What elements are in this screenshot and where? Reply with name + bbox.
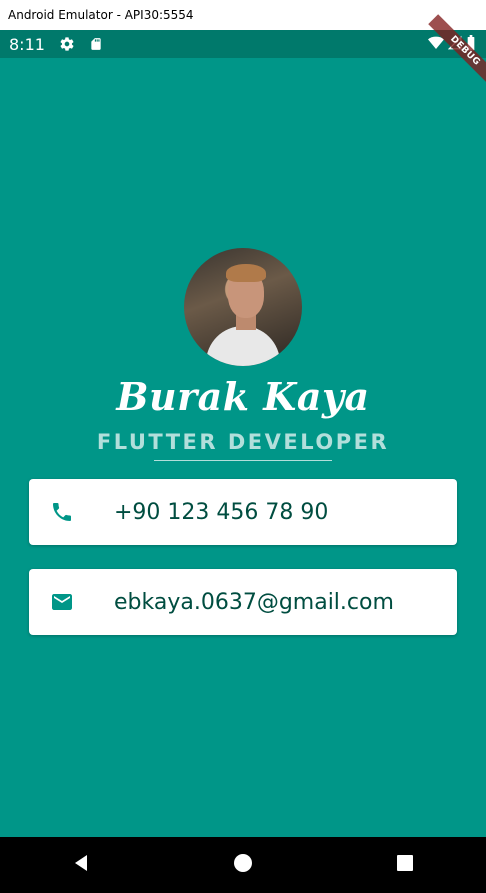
email-card[interactable]: ebkaya.0637@gmail.com (29, 569, 457, 635)
emulator-window-titlebar: Android Emulator - API30:5554 (0, 0, 486, 30)
profile-avatar (184, 248, 302, 366)
back-icon (71, 853, 91, 878)
home-icon (233, 853, 253, 878)
recents-button[interactable] (375, 845, 435, 885)
recents-icon (396, 854, 414, 877)
mail-icon (49, 589, 75, 615)
android-nav-bar (0, 837, 486, 893)
profile-name: Burak Kaya (116, 374, 370, 419)
phone-card[interactable]: +90 123 456 78 90 (29, 479, 457, 545)
avatar-hair (226, 264, 266, 282)
phone-icon (49, 499, 75, 525)
status-time: 8:11 (9, 34, 45, 54)
profile-screen: Burak Kaya FLUTTER DEVELOPER +90 123 456… (0, 58, 486, 837)
back-button[interactable] (51, 845, 111, 885)
phone-number: +90 123 456 78 90 (114, 499, 329, 525)
window-title: Android Emulator - API30:5554 (8, 8, 194, 22)
email-address: ebkaya.0637@gmail.com (114, 589, 394, 615)
status-bar: 8:11 (0, 30, 486, 58)
home-button[interactable] (213, 845, 273, 885)
profile-title: FLUTTER DEVELOPER (96, 430, 390, 454)
sd-card-icon (89, 36, 103, 52)
settings-icon (59, 36, 75, 52)
avatar-shirt (206, 326, 280, 366)
title-divider (154, 460, 332, 461)
